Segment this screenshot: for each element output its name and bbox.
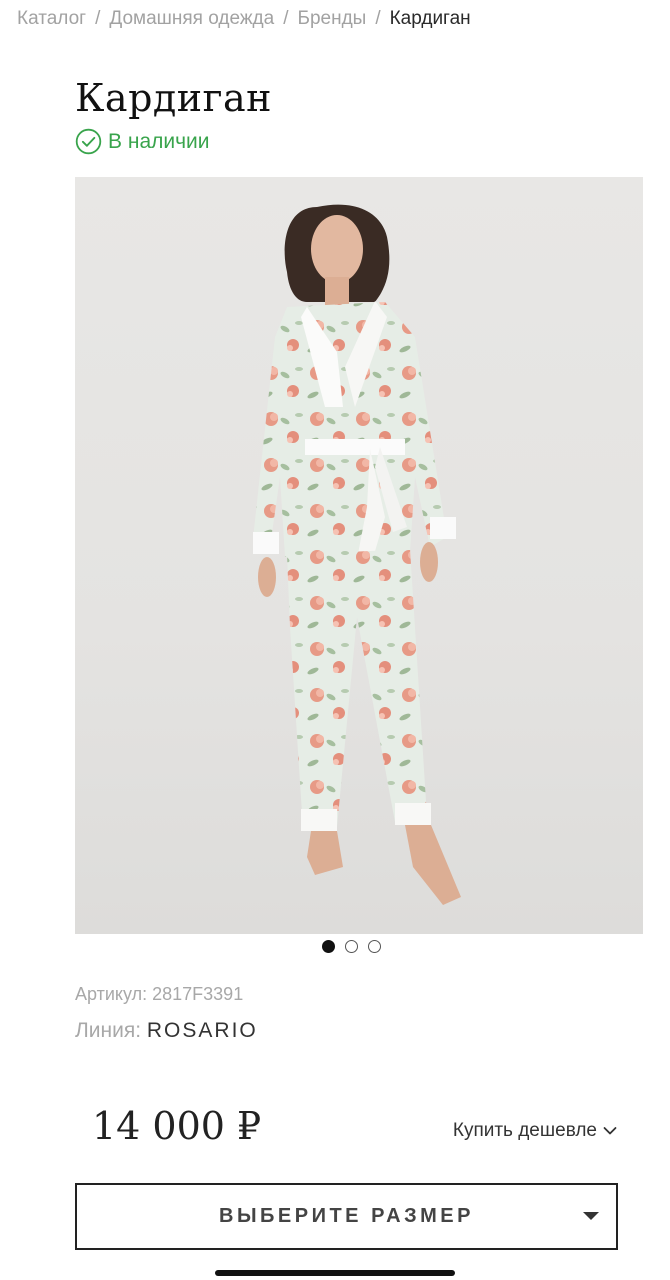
product-title: Кардиган — [75, 76, 273, 120]
stock-status: В наличии — [75, 128, 210, 155]
breadcrumb-separator: / — [95, 8, 101, 29]
stock-status-label: В наличии — [108, 129, 210, 153]
buy-cheaper-label: Купить дешевле — [452, 1120, 597, 1141]
breadcrumb-item-current: Кардиган — [389, 8, 471, 29]
line-row: Линия: ROSARIO — [75, 1019, 258, 1043]
sku-row: Артикул: 2817F3391 — [75, 984, 243, 1005]
sku-value: 2817F3391 — [152, 984, 244, 1004]
product-photo — [253, 204, 461, 905]
buy-cheaper-toggle[interactable]: Купить дешевле — [453, 1120, 617, 1142]
chevron-down-icon — [603, 1127, 617, 1135]
breadcrumb: Каталог / Домашняя одежда / Бренды / Кардиган — [17, 8, 471, 30]
gallery-pagination — [322, 940, 381, 953]
gallery-dot-3[interactable] — [368, 940, 381, 953]
breadcrumb-item-brands[interactable]: Бренды — [297, 8, 366, 29]
line-label: Линия: — [75, 1019, 142, 1042]
breadcrumb-separator: / — [375, 8, 381, 29]
check-circle-icon — [75, 128, 102, 155]
caret-down-icon — [583, 1212, 599, 1220]
gallery-dot-2[interactable] — [345, 940, 358, 953]
gallery-dot-1[interactable] — [322, 940, 335, 953]
breadcrumb-item-catalog[interactable]: Каталог — [17, 8, 86, 29]
size-select[interactable]: ВЫБЕРИТЕ РАЗМЕР — [75, 1183, 618, 1250]
line-value[interactable]: ROSARIO — [147, 1019, 258, 1042]
sku-label: Артикул: — [75, 984, 148, 1004]
size-select-label: ВЫБЕРИТЕ РАЗМЕР — [219, 1205, 474, 1227]
product-price: 14 000 ₽ — [92, 1104, 262, 1148]
breadcrumb-separator: / — [283, 8, 289, 29]
product-image-gallery[interactable] — [75, 177, 643, 934]
home-indicator[interactable] — [215, 1270, 455, 1276]
breadcrumb-item-home-clothing[interactable]: Домашняя одежда — [109, 8, 274, 29]
